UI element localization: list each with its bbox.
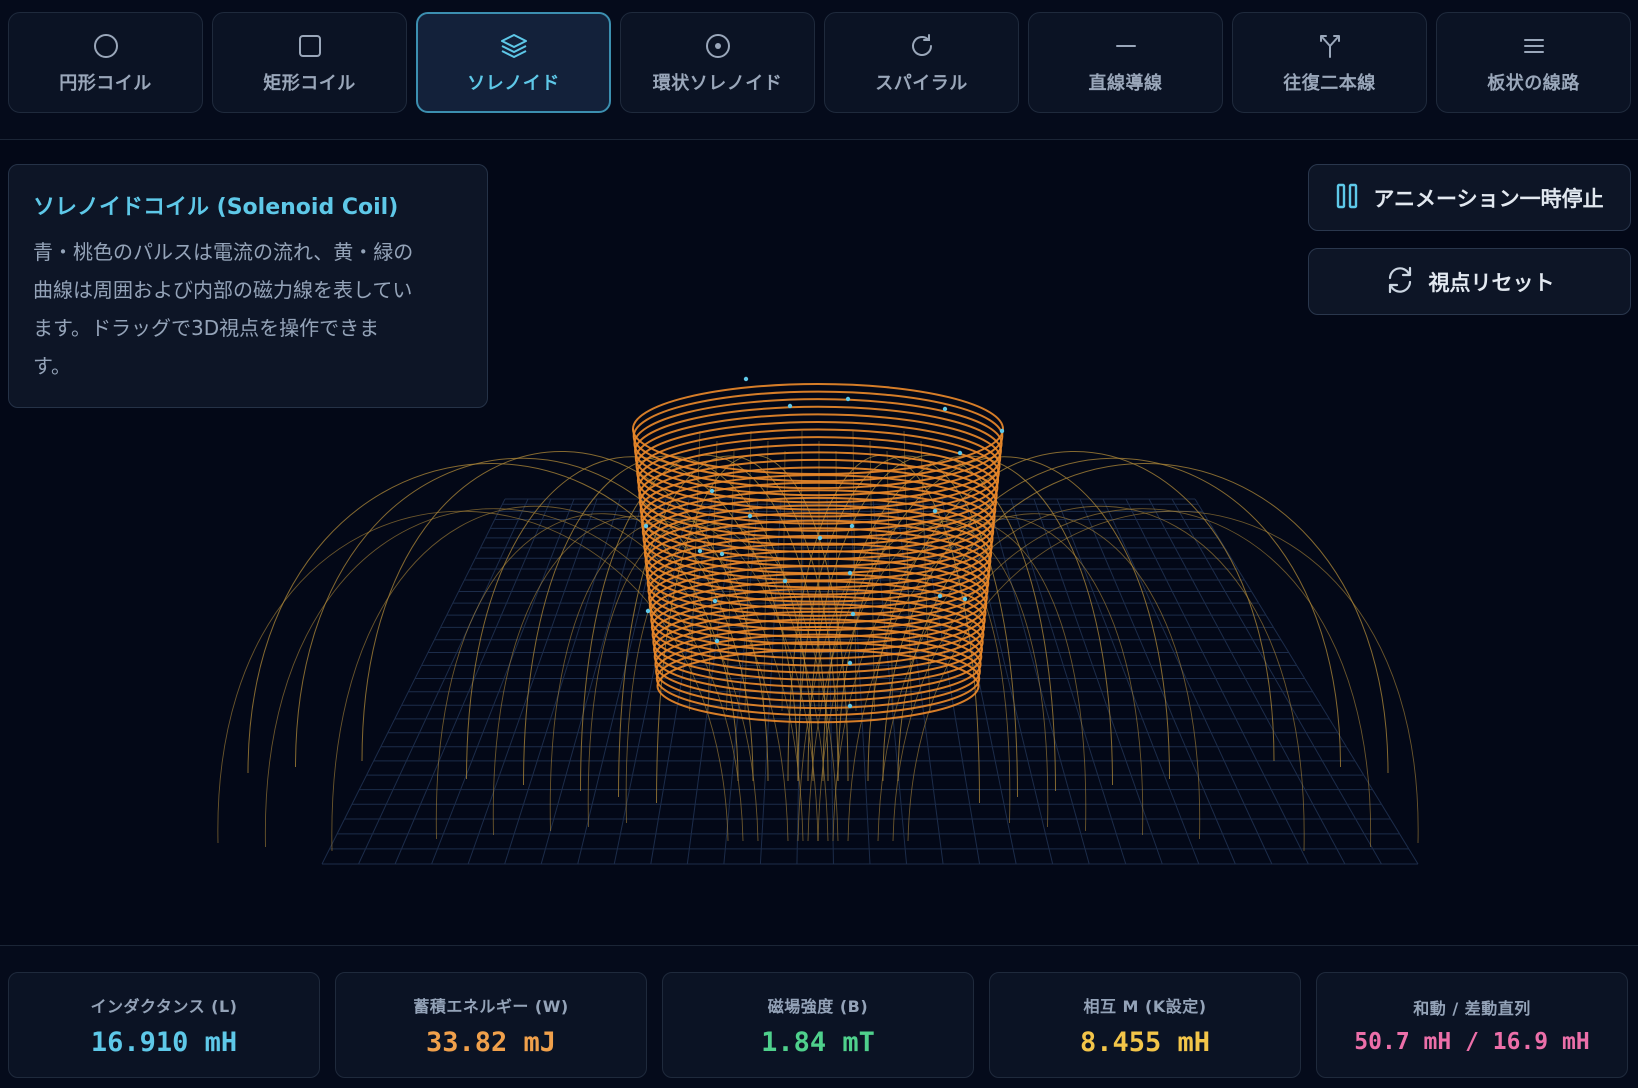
- minus-icon: [1111, 31, 1141, 61]
- stat-stored-energy: 蓄積エネルギー (W) 33.82 mJ: [335, 972, 647, 1078]
- tab-label: 環状ソレノイド: [652, 72, 783, 94]
- stat-mutual-inductance: 相互 M (K設定) 8.455 mH: [989, 972, 1301, 1078]
- stat-value: 50.7 mH / 16.9 mH: [1354, 1029, 1590, 1055]
- target-icon: [703, 31, 733, 61]
- circle-icon: [91, 31, 121, 61]
- reset-view-button[interactable]: 視点リセット: [1308, 248, 1631, 315]
- square-icon: [295, 31, 325, 61]
- coil-type-tabbar: 円形コイル 矩形コイル ソレノイド 環状ソレノイド スパイラル 直線導線 往復二…: [0, 0, 1638, 140]
- tab-parallel-wires[interactable]: 往復二本線: [1232, 12, 1427, 113]
- rotate-cw-icon: [907, 31, 937, 61]
- tab-label: 板状の線路: [1487, 72, 1580, 94]
- tab-label: 矩形コイル: [263, 72, 356, 94]
- stat-series-aiding-opposing: 和動 / 差動直列 50.7 mH / 16.9 mH: [1316, 972, 1628, 1078]
- stats-bar: インダクタンス (L) 16.910 mH 蓄積エネルギー (W) 33.82 …: [0, 945, 1638, 1088]
- split-icon: [1315, 31, 1345, 61]
- stat-label: インダクタンス (L): [90, 996, 238, 1016]
- info-card: ソレノイドコイル (Solenoid Coil) 青・桃色のパルスは電流の流れ、…: [8, 164, 488, 408]
- pause-label: アニメーション一時停止: [1373, 186, 1604, 211]
- stat-label: 和動 / 差動直列: [1413, 999, 1531, 1018]
- stat-value: 1.84 mT: [761, 1026, 875, 1058]
- stat-field-strength: 磁場強度 (B) 1.84 mT: [662, 972, 974, 1078]
- stat-label: 相互 M (K設定): [1083, 996, 1207, 1016]
- tab-label: 円形コイル: [59, 72, 152, 94]
- solenoid-coil: [632, 383, 1004, 724]
- info-line: す。: [33, 354, 71, 378]
- tab-label: ソレノイド: [467, 72, 560, 94]
- info-title: ソレノイドコイル (Solenoid Coil): [33, 195, 399, 220]
- reset-label: 視点リセット: [1428, 270, 1555, 295]
- tab-circular-coil[interactable]: 円形コイル: [8, 12, 203, 113]
- tab-rectangular-coil[interactable]: 矩形コイル: [212, 12, 407, 113]
- tab-label: 直線導線: [1088, 72, 1163, 94]
- menu-icon: [1519, 31, 1549, 61]
- stat-value: 33.82 mJ: [425, 1026, 557, 1058]
- tab-solenoid[interactable]: ソレノイド: [416, 12, 611, 113]
- stat-inductance: インダクタンス (L) 16.910 mH: [8, 972, 320, 1078]
- tab-label: 往復二本線: [1283, 72, 1376, 94]
- tab-plate-line[interactable]: 板状の線路: [1436, 12, 1631, 113]
- info-line: 曲線は周囲および内部の磁力線を表してい: [33, 278, 413, 302]
- info-description: 青・桃色のパルスは電流の流れ、黄・緑の 曲線は周囲および内部の磁力線を表してい …: [33, 233, 463, 385]
- stat-label: 蓄積エネルギー (W): [413, 996, 569, 1016]
- stat-value: 16.910 mH: [90, 1026, 238, 1058]
- magnetic-field-lines: [217, 430, 1419, 852]
- pause-animation-button[interactable]: アニメーション一時停止: [1308, 164, 1631, 231]
- stat-label: 磁場強度 (B): [767, 996, 869, 1016]
- info-line: ます。ドラッグで3D視点を操作できま: [33, 316, 380, 340]
- refresh-icon: [1385, 265, 1415, 299]
- stat-value: 8.455 mH: [1079, 1026, 1211, 1058]
- info-line: 青・桃色のパルスは電流の流れ、黄・緑の: [33, 240, 414, 264]
- tab-toroidal-solenoid[interactable]: 環状ソレノイド: [620, 12, 815, 113]
- pause-icon: [1335, 183, 1359, 213]
- tab-spiral[interactable]: スパイラル: [824, 12, 1019, 113]
- layers-icon: [499, 31, 529, 61]
- tab-label: スパイラル: [875, 72, 968, 94]
- tab-straight-wire[interactable]: 直線導線: [1028, 12, 1223, 113]
